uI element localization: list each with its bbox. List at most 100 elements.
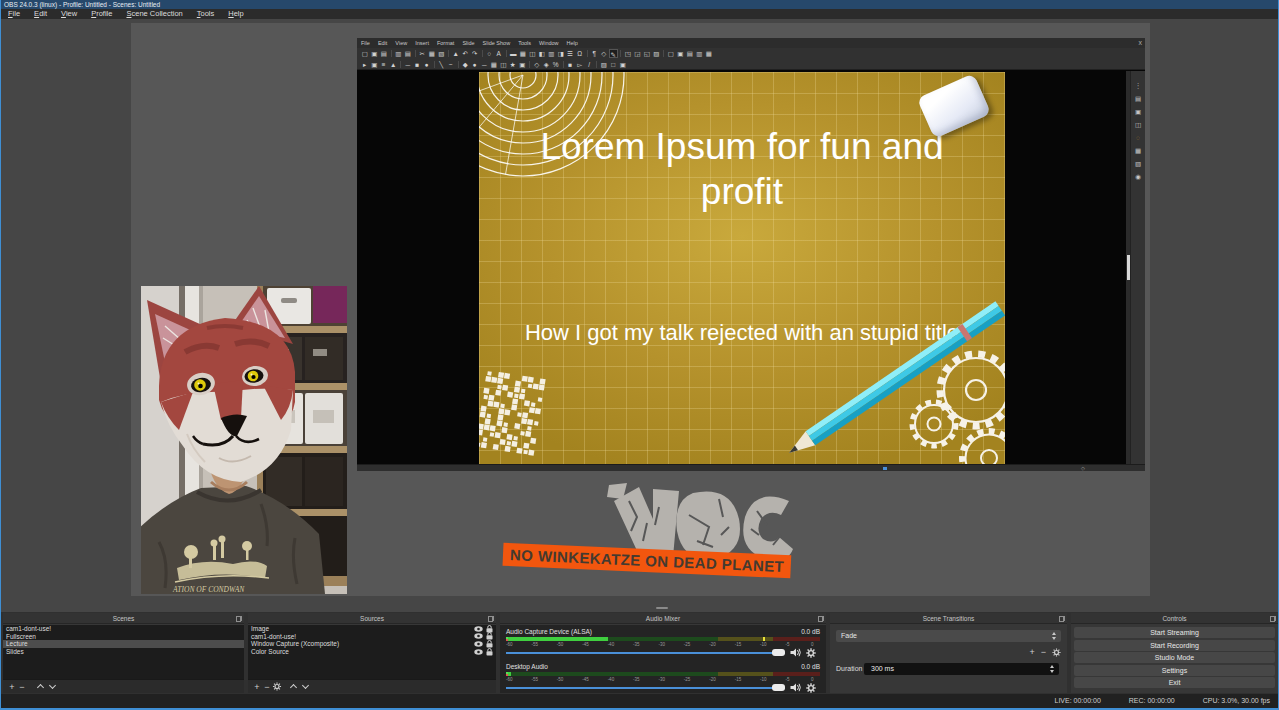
impress-toolbar-icon[interactable]: ▢ <box>360 49 370 58</box>
add-scene-button[interactable]: + <box>7 681 17 693</box>
impress-toolbar-icon[interactable]: ◧ <box>537 49 547 58</box>
impress-toolbar-icon[interactable]: ▣ <box>370 60 380 69</box>
controls-header[interactable]: Controls <box>1071 613 1278 624</box>
volume-slider[interactable] <box>506 652 785 654</box>
scene-item[interactable]: cam1-dont-use! <box>3 625 244 633</box>
impress-menu-help[interactable]: Help <box>563 38 582 48</box>
impress-toolbar-icon[interactable]: ▬ <box>509 49 519 58</box>
source-properties-gear-icon[interactable] <box>272 682 282 691</box>
impress-toolbar-icon[interactable]: ◲ <box>633 49 643 58</box>
impress-toolbar-icon[interactable]: ▻ <box>575 60 585 69</box>
hscroll-thumb[interactable] <box>883 467 887 470</box>
source-up-button[interactable] <box>289 682 298 691</box>
impress-menu-view[interactable]: View <box>391 38 411 48</box>
visibility-eye-icon[interactable] <box>474 633 483 639</box>
channel-gear-icon[interactable] <box>805 683 817 693</box>
sidebar-master-icon[interactable]: ▦ <box>1134 146 1143 155</box>
dock-splitter-handle[interactable] <box>656 607 668 609</box>
impress-menu-slide[interactable]: Slide <box>458 38 478 48</box>
sidebar-handle-icon[interactable]: ⋮ <box>1134 81 1143 90</box>
scene-item[interactable]: Slides <box>3 648 244 656</box>
impress-menu-format[interactable]: Format <box>433 38 458 48</box>
impress-toolbar-icon[interactable]: ● <box>422 60 432 69</box>
scenes-header[interactable]: Scenes <box>3 613 244 624</box>
sidebar-gallery-icon[interactable]: ◉ <box>1134 172 1143 181</box>
channel-gear-icon[interactable] <box>805 648 817 658</box>
impress-toolbar-icon[interactable]: ✎ <box>609 49 619 58</box>
scene-item[interactable]: Lecture <box>3 640 244 648</box>
sidebar-styles-icon[interactable]: ▧ <box>1134 159 1143 168</box>
impress-toolbar-icon[interactable]: ▨ <box>599 60 609 69</box>
speaker-icon[interactable] <box>790 683 802 692</box>
impress-toolbar-icon[interactable]: ◳ <box>623 49 633 58</box>
menu-profile[interactable]: Profile <box>84 9 119 19</box>
popout-icon[interactable] <box>1270 616 1275 621</box>
impress-toolbar-icon[interactable]: ■ <box>413 60 423 69</box>
scene-item[interactable]: Fullscreen <box>3 633 244 641</box>
impress-toolbar-icon[interactable]: ▤ <box>379 49 389 58</box>
menu-view[interactable]: View <box>54 9 84 19</box>
impress-toolbar-icon[interactable]: ▣ <box>518 60 528 69</box>
impress-toolbar-icon[interactable]: ○ <box>485 49 495 58</box>
sources-header[interactable]: Sources <box>248 613 496 624</box>
studio-mode-button[interactable]: Studio Mode <box>1074 652 1275 663</box>
duration-input[interactable]: 300 ms <box>864 663 1059 675</box>
scene-down-button[interactable] <box>48 682 57 691</box>
impress-toolbar-icon[interactable]: ¶ <box>590 49 600 58</box>
impress-close-icon[interactable]: x <box>1139 38 1143 48</box>
settings-button[interactable]: Settings <box>1074 665 1275 676</box>
webcam-source[interactable]: ATION OF CONDWAN <box>141 286 347 594</box>
impress-toolbar-icon[interactable]: ◫ <box>528 49 538 58</box>
impress-toolbar-icon[interactable]: ◨ <box>556 49 566 58</box>
remove-transition-button[interactable]: − <box>1041 646 1046 658</box>
window-capture-source[interactable]: FileEditViewInsertFormatSlideSlide ShowT… <box>357 38 1145 471</box>
impress-toolbar-icon[interactable]: ~ <box>446 60 456 69</box>
impress-menu-insert[interactable]: Insert <box>411 38 433 48</box>
impress-toolbar-icon[interactable]: ◇ <box>599 49 609 58</box>
sidebar-slide-icon[interactable]: ▣ <box>1134 107 1143 116</box>
impress-toolbar-icon[interactable]: ★ <box>508 60 518 69</box>
start-streaming-button[interactable]: Start Streaming <box>1074 627 1275 638</box>
menu-help[interactable]: Help <box>221 9 250 19</box>
impress-toolbar-icon[interactable]: ▧ <box>437 49 447 58</box>
impress-toolbar-icon[interactable]: ▥ <box>547 49 557 58</box>
menu-tools[interactable]: Tools <box>190 9 222 19</box>
impress-menu-tools[interactable]: Tools <box>514 38 535 48</box>
impress-toolbar-icon[interactable]: ≡ <box>379 60 389 69</box>
source-item[interactable]: Color Source <box>248 648 496 656</box>
impress-menu-window[interactable]: Window <box>535 38 563 48</box>
impress-toolbar-icon[interactable]: ▲ <box>451 49 461 58</box>
menu-scene-collection[interactable]: Scene Collection <box>119 9 189 19</box>
impress-toolbar-icon[interactable]: ✂ <box>418 49 428 58</box>
impress-toolbar-icon[interactable]: ▤ <box>685 49 695 58</box>
popout-icon[interactable] <box>818 616 823 621</box>
impress-toolbar-icon[interactable]: ▸ <box>360 60 370 69</box>
remove-scene-button[interactable]: − <box>17 681 27 693</box>
menu-edit[interactable]: Edit <box>27 9 54 19</box>
impress-hscrollbar[interactable]: ◇ <box>357 464 1145 471</box>
exit-button[interactable]: Exit <box>1074 677 1275 688</box>
impress-toolbar-icon[interactable]: ▨ <box>652 49 662 58</box>
source-item[interactable]: Window Capture (Xcomposite) <box>248 640 496 648</box>
impress-toolbar-icon[interactable]: ▦ <box>427 49 437 58</box>
impress-menu-slide-show[interactable]: Slide Show <box>479 38 515 48</box>
remove-source-button[interactable]: − <box>262 681 272 693</box>
impress-toolbar-icon[interactable]: ▣ <box>618 60 628 69</box>
popout-icon[interactable] <box>488 616 493 621</box>
source-item[interactable]: Image <box>248 625 496 633</box>
impress-toolbar-icon[interactable]: ▲ <box>389 60 399 69</box>
add-source-button[interactable]: + <box>252 681 262 693</box>
impress-toolbar-icon[interactable]: ▢ <box>666 49 676 58</box>
impress-toolbar-icon[interactable]: ◈ <box>542 60 552 69</box>
duration-arrows-icon[interactable] <box>1049 665 1056 673</box>
start-recording-button[interactable]: Start Recording <box>1074 640 1275 651</box>
sidebar-transition-icon[interactable]: ◫ <box>1134 120 1143 129</box>
popout-icon[interactable] <box>1059 616 1064 621</box>
menu-file[interactable]: File <box>1 9 27 19</box>
impress-toolbar-icon[interactable]: ☰ <box>566 49 576 58</box>
impress-toolbar-icon[interactable]: ─ <box>480 60 490 69</box>
lock-icon[interactable] <box>486 648 493 656</box>
window-titlebar[interactable]: OBS 24.0.3 (linux) - Profile: Untitled -… <box>1 0 1278 9</box>
impress-toolbar-icon[interactable]: Ω <box>575 49 585 58</box>
scene-up-button[interactable] <box>36 682 45 691</box>
